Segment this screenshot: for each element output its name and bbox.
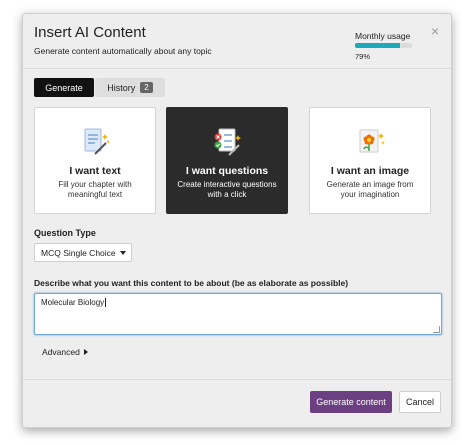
text-document-icon — [84, 128, 110, 155]
generate-content-button[interactable]: Generate content — [310, 391, 392, 413]
insert-ai-content-dialog: Insert AI Content Generate content autom… — [22, 13, 452, 428]
dialog-header: Insert AI Content Generate content autom… — [23, 14, 451, 69]
card-title: I want text — [69, 165, 121, 177]
description-value: Molecular Biology — [41, 298, 105, 307]
description-textarea[interactable]: Molecular Biology​ — [34, 293, 442, 335]
chevron-down-icon — [119, 250, 126, 255]
monthly-usage-label: Monthly usage — [355, 31, 411, 41]
advanced-toggle[interactable]: Advanced — [42, 347, 89, 357]
card-description: Create interactive questions with a clic… — [177, 180, 277, 199]
questions-checklist-icon — [214, 128, 241, 156]
card-i-want-an-image[interactable]: I want an image Generate an image from y… — [309, 107, 431, 214]
close-icon[interactable]: × — [431, 24, 439, 38]
dialog-subtitle: Generate content automatically about any… — [34, 46, 212, 56]
tab-history-label: History — [107, 82, 136, 93]
description-label: Describe what you want this content to b… — [34, 278, 349, 288]
tab-bar: Generate History 2 — [34, 78, 165, 97]
resize-handle-icon[interactable] — [433, 326, 440, 333]
chevron-right-icon — [84, 349, 89, 355]
question-type-label: Question Type — [34, 228, 96, 238]
image-flower-icon — [359, 129, 385, 153]
advanced-label: Advanced — [42, 347, 80, 357]
cancel-button[interactable]: Cancel — [399, 391, 441, 413]
tab-history[interactable]: History 2 — [95, 78, 165, 97]
card-description: Generate an image from your imagination — [326, 180, 414, 199]
monthly-usage-fill — [355, 43, 401, 48]
monthly-usage-bar — [355, 43, 412, 48]
question-type-selected: MCQ Single Choice — [41, 247, 116, 258]
monthly-usage-percent: 79% — [355, 52, 371, 61]
dialog-title: Insert AI Content — [34, 24, 146, 41]
card-title: I want an image — [330, 165, 410, 177]
footer-divider — [23, 379, 451, 380]
question-type-dropdown[interactable]: MCQ Single Choice — [34, 243, 132, 262]
card-title: I want questions — [185, 165, 269, 177]
tab-generate-label: Generate — [45, 82, 83, 93]
card-description: Fill your chapter with meaningful text — [58, 180, 132, 199]
tab-generate[interactable]: Generate — [34, 78, 94, 97]
card-i-want-text[interactable]: I want text Fill your chapter with meani… — [34, 107, 156, 214]
text-cursor: ​ — [105, 298, 107, 307]
history-count-badge: 2 — [140, 82, 153, 93]
card-i-want-questions[interactable]: I want questions Create interactive ques… — [166, 107, 288, 214]
